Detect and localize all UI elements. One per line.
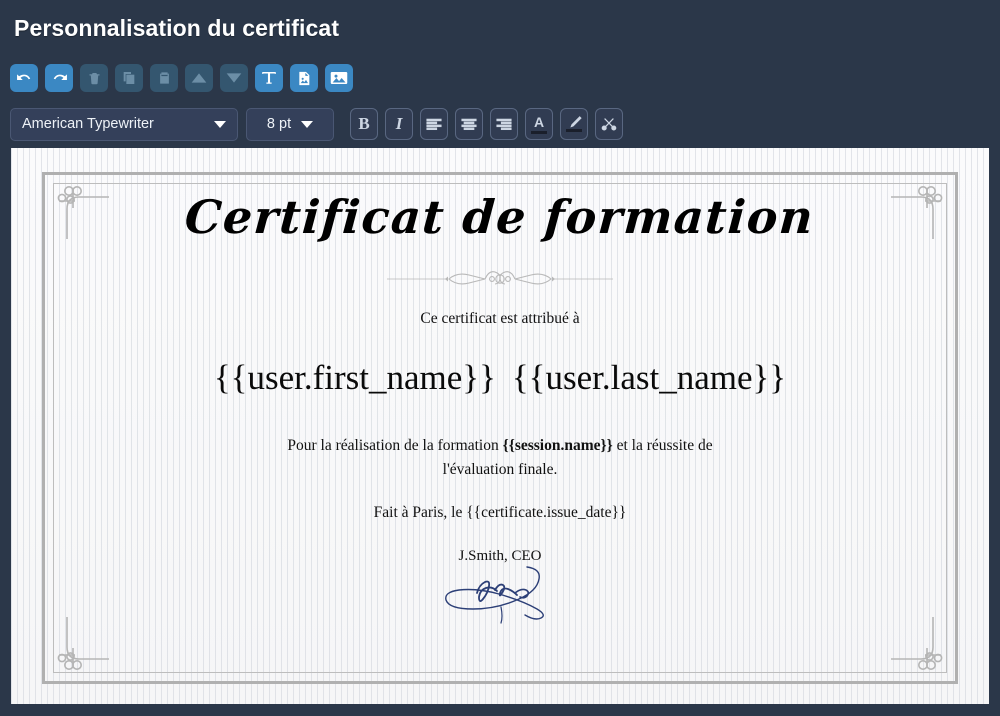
body-prefix: Pour la réalisation de la formation (287, 437, 503, 454)
add-text-button[interactable] (255, 64, 283, 92)
divider-ornament-icon (385, 266, 615, 292)
page-title: Personnalisation du certificat (14, 14, 340, 41)
move-up-button[interactable] (185, 64, 213, 92)
paste-button[interactable] (150, 64, 178, 92)
copy-button[interactable] (115, 64, 143, 92)
undo-button[interactable] (10, 64, 38, 92)
align-center-icon (461, 118, 477, 131)
app-header: Personnalisation du certificat (0, 0, 1000, 56)
font-size-value: 8 pt (266, 116, 292, 132)
pencil-icon (566, 116, 582, 132)
highlight-button[interactable] (560, 108, 588, 140)
certificate-attributed-label[interactable]: Ce certificat est attribué à (420, 310, 579, 328)
align-left-button[interactable] (420, 108, 448, 140)
text-color-a-icon: A (531, 115, 547, 134)
certificate-title[interactable]: Certificat de formation (184, 190, 817, 244)
scissors-icon (601, 116, 617, 132)
format-button-group: B I A (350, 108, 623, 140)
italic-icon: I (395, 114, 403, 133)
undo-icon (16, 70, 33, 87)
copy-icon (121, 70, 137, 86)
arrow-down-icon (226, 72, 242, 84)
certificate-content: Certificat de formation Ce certificat es… (11, 148, 989, 704)
font-size-select[interactable]: 8 pt (246, 107, 334, 141)
align-right-button[interactable] (490, 108, 518, 140)
move-down-button[interactable] (220, 64, 248, 92)
bold-icon: B (358, 114, 370, 133)
font-family-value: American Typewriter (22, 116, 154, 132)
bold-button[interactable]: B (350, 108, 378, 140)
chevron-down-icon (214, 120, 226, 128)
issue-line-prefix: Fait à Paris, le (373, 504, 467, 522)
recipient-first-name-token: {{user.first_name}} (213, 358, 496, 397)
text-color-button[interactable]: A (525, 108, 553, 140)
session-name-token: {{session.name}} (502, 437, 613, 454)
chevron-down-icon (301, 120, 314, 128)
recipient-last-name-token: {{user.last_name}} (511, 358, 787, 397)
align-center-button[interactable] (455, 108, 483, 140)
italic-button[interactable]: I (385, 108, 413, 140)
certificate-recipient-name[interactable]: {{user.first_name}} {{user.last_name}} (214, 358, 786, 398)
align-right-icon (496, 118, 512, 131)
trash-icon (87, 70, 102, 86)
issue-date-token: {{certificate.issue_date}} (466, 504, 627, 522)
text-t-icon (260, 69, 278, 87)
align-left-icon (426, 118, 442, 131)
action-toolbar (0, 56, 1000, 100)
add-document-button[interactable] (290, 64, 318, 92)
certificate-issue-line[interactable]: Fait à Paris, le {{certificate.issue_dat… (374, 504, 627, 522)
add-image-button[interactable] (325, 64, 353, 92)
clear-format-button[interactable] (595, 108, 623, 140)
paste-icon (157, 70, 172, 86)
font-family-select[interactable]: American Typewriter (10, 107, 238, 141)
document-image-icon (296, 70, 312, 87)
certificate-canvas[interactable]: Certificat de formation Ce certificat es… (11, 148, 989, 704)
arrow-up-icon (191, 72, 207, 84)
picture-icon (330, 70, 348, 86)
redo-button[interactable] (45, 64, 73, 92)
format-toolbar: American Typewriter 8 pt B I A (0, 100, 1000, 148)
redo-icon (51, 70, 68, 87)
certificate-body-text[interactable]: Pour la réalisation de la formation {{se… (270, 434, 730, 482)
delete-button[interactable] (80, 64, 108, 92)
signature-image[interactable] (415, 563, 585, 625)
